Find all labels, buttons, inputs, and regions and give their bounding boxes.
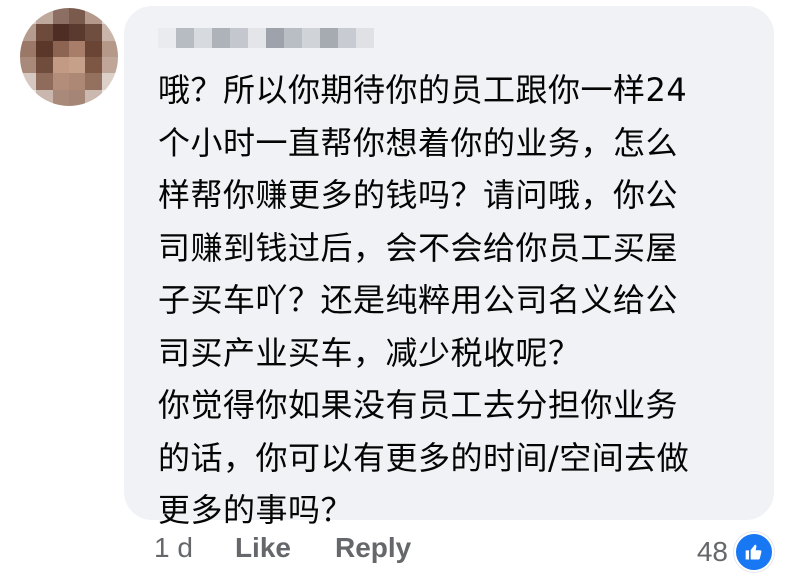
comment-line: 的话，你可以有更多的时间/空间去做 — [158, 438, 690, 477]
comment-line: 更多的事吗？ — [158, 491, 354, 529]
comment-actions: 1 d Like Reply — [154, 532, 455, 564]
comment-container: 哦？所以你期待你的员工跟你一样24 个小时一直帮你想着你的业务，怎么 样帮你赚更… — [0, 0, 800, 580]
comment-line: 个小时一直帮你想着你的业务，怎么 — [158, 123, 679, 162]
comment-line: 司赚到钱过后，会不会给你员工买屋 — [158, 228, 679, 267]
reaction-count: 48 — [696, 536, 728, 567]
avatar[interactable] — [20, 8, 118, 106]
comment-body: 哦？所以你期待你的员工跟你一样24 个小时一直帮你想着你的业务，怎么 样帮你赚更… — [158, 64, 758, 537]
reaction-summary[interactable]: 48 — [697, 532, 774, 572]
comment-line: 哦？所以你期待你的员工跟你一样24 — [158, 71, 688, 109]
comment-line: 司买产业买车，减少税收呢？ — [158, 333, 581, 372]
comment-line: 你觉得你如果没有员工去分担你业务 — [158, 386, 679, 424]
comment-line: 样帮你赚更多的钱吗？请问哦，你公 — [158, 176, 679, 214]
comment-line: 子买车吖？还是纯粹用公司名义给公 — [158, 281, 679, 319]
author-name-redacted[interactable] — [158, 28, 374, 48]
like-button[interactable]: Like — [235, 532, 291, 564]
thumbs-up-icon — [734, 532, 774, 572]
reply-button[interactable]: Reply — [335, 532, 411, 564]
comment-bubble: 哦？所以你期待你的员工跟你一样24 个小时一直帮你想着你的业务，怎么 样帮你赚更… — [124, 6, 774, 529]
timestamp[interactable]: 1 d — [154, 532, 193, 564]
